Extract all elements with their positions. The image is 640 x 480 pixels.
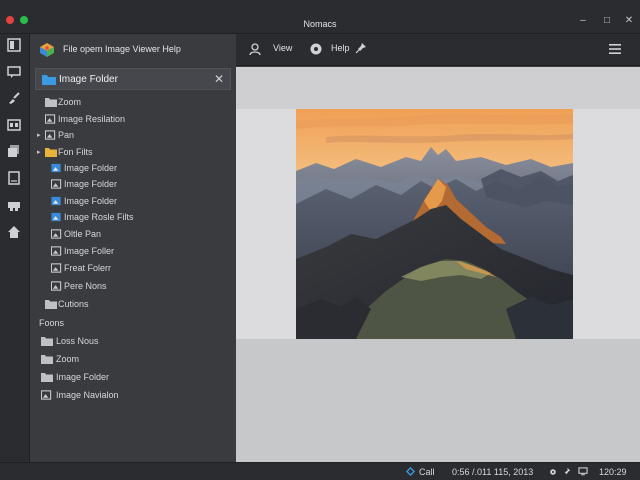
tree-item-label: Zoom [58,97,82,107]
tree-item[interactable]: Image Folder [37,177,229,193]
folder-gray-icon [45,97,57,107]
icon-rail [0,34,30,462]
tree-item-label: Image Foller [64,246,115,256]
folder-gray-icon [41,372,53,382]
section-item-label: Loss Nous [56,336,99,346]
tree-item[interactable]: Freat Folerr [37,261,229,277]
tree-item-label: Pan [58,130,75,140]
tree-item-label: Oltle Pan [64,229,102,239]
sidebar: File opem Image Viewer Help Image Folder… [31,34,235,462]
tree-item-label: Image Folder [64,179,118,189]
gear-icon[interactable] [309,42,323,58]
pin-small-icon[interactable] [563,467,572,476]
section-item[interactable]: Zoom [37,352,229,368]
user-icon[interactable] [248,42,262,58]
tree-item[interactable]: Image Folder [37,161,229,177]
folder-panel-title: Image Folder [59,74,118,85]
folder-icon [42,75,56,85]
section-item[interactable]: Loss Nous [37,334,229,350]
home-icon[interactable] [7,225,23,241]
hamburger-icon[interactable] [608,42,622,58]
image-gray-icon [50,229,63,239]
tree-item-label: Image Folder [64,196,118,206]
section-item[interactable]: Image Navialon [37,388,229,404]
menu-items[interactable]: File opem Image Viewer Help [63,44,181,54]
app-logo-icon [39,42,55,58]
image-blue-icon [51,163,63,173]
minimize-button[interactable]: – [576,15,590,26]
monitor-icon[interactable] [578,467,588,476]
view-button[interactable]: View [273,43,292,53]
tree-item[interactable]: Oltle Pan [37,227,229,243]
tree-item-label: Image Resilation [58,114,126,124]
tree-item[interactable]: Zoom [37,95,229,111]
tree-item-label: Image Folder [64,163,118,173]
status-bar: Call 0:56 /.011 115, 2013 120:29 [0,462,640,480]
image-blue-icon [51,212,63,222]
maximize-button[interactable]: □ [600,15,614,26]
tree-item[interactable]: Cutions [37,297,229,313]
grid-icon[interactable] [7,118,23,134]
tree-item[interactable]: Image Foller [37,244,229,260]
image-gray-icon [50,263,63,273]
image-blue-icon [51,196,63,206]
help-button[interactable]: Help [331,43,350,53]
folder-gray-icon [41,336,53,346]
toolbar: View Help [236,34,640,66]
section-item[interactable]: Image Folder [37,370,229,386]
close-panel-button[interactable]: ✕ [214,72,224,86]
image-viewer[interactable] [236,67,640,462]
printer-icon[interactable] [7,198,23,214]
section-heading: Foons [39,318,65,328]
tree-item-label: Pere Nons [64,281,107,291]
stack-icon[interactable] [7,144,23,160]
tree-item[interactable]: Pere Nons [37,279,229,295]
image-gray-icon [44,114,57,124]
tree-item-label: Image Rosle Filts [64,212,134,222]
gear-small-icon[interactable] [549,468,557,476]
close-button[interactable]: ✕ [622,15,636,26]
image-gray-icon [40,390,53,400]
image-gray-icon [50,281,63,291]
tree-item[interactable]: Image Folder [37,194,229,210]
status-time: 120:29 [599,467,627,477]
menu-bar: File opem Image Viewer Help [31,34,235,64]
book-icon[interactable] [7,171,23,187]
image-gray-icon [50,246,63,256]
expand-arrow-icon[interactable]: ▸ [37,148,41,156]
viewer-top-band [236,67,640,109]
folder-gray-icon [41,354,53,364]
tree-item[interactable]: ▸ Fon Filts [37,145,229,161]
image-gray-icon [50,179,63,189]
app-title: Nomacs [303,19,337,29]
folder-yellow-icon [45,147,57,157]
tree-item-label: Fon Filts [58,147,93,157]
status-info: 0:56 /.011 115, 2013 [452,467,534,477]
panel-icon[interactable] [7,38,23,54]
sync-icon [406,467,415,476]
image-gray-icon [44,130,57,140]
displayed-image[interactable] [296,109,573,339]
viewer-bottom-area [236,339,640,462]
folder-gray-icon [45,299,57,309]
folder-panel-header[interactable]: Image Folder ✕ [35,68,231,90]
pin-icon[interactable] [355,42,367,58]
expand-arrow-icon[interactable]: ▸ [37,131,41,139]
tree-item-label: Freat Folerr [64,263,112,273]
tree-item[interactable]: Image Rosle Filts [37,210,229,226]
section-item-label: Zoom [56,354,80,364]
title-bar: Nomacs – □ ✕ [0,0,640,34]
tree-item-label: Cutions [58,299,89,309]
tree-item[interactable]: ▸ Pan [37,128,229,144]
chat-icon[interactable] [7,65,23,81]
tree-item[interactable]: Image Resilation [37,112,229,128]
section-item-label: Image Navialon [56,390,119,400]
section-item-label: Image Folder [56,372,110,382]
brush-icon[interactable] [7,91,23,107]
call-label[interactable]: Call [419,467,435,477]
